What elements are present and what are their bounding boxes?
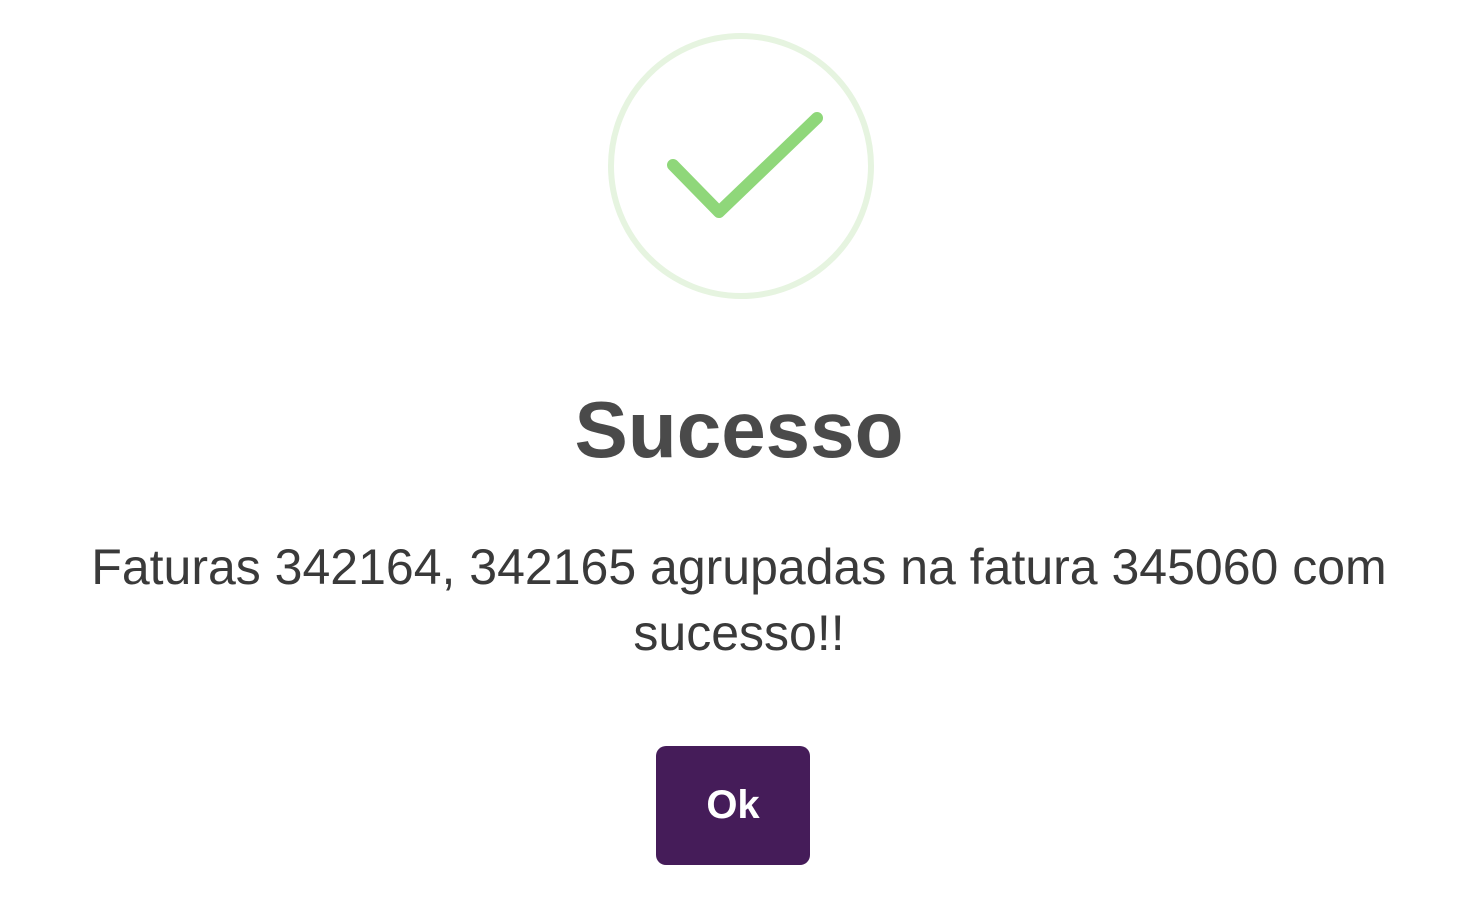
ok-button[interactable]: Ok [656,746,810,865]
dialog-title: Sucesso [574,385,904,474]
success-dialog: Sucesso Faturas 342164, 342165 agrupadas… [0,0,1478,907]
success-check-icon [607,32,875,300]
dialog-message: Faturas 342164, 342165 agrupadas na fatu… [91,539,1387,661]
